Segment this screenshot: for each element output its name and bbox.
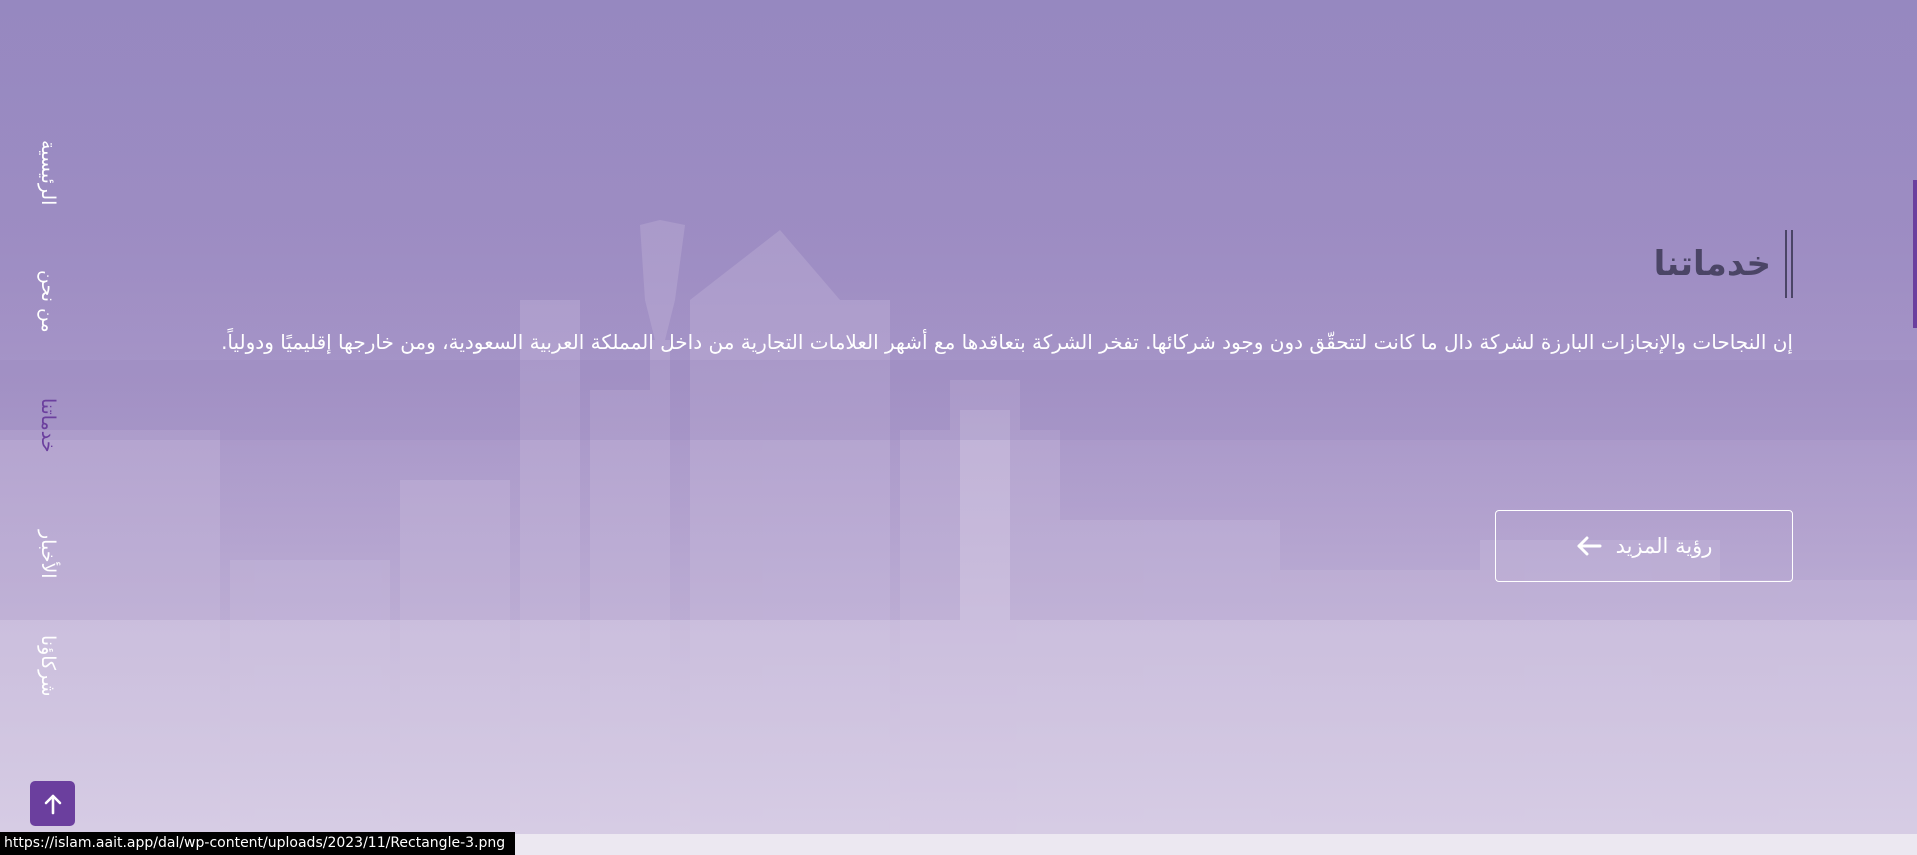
purple-overlay [0, 0, 1917, 834]
section-title-text: خدماتنا [1653, 244, 1771, 284]
hero-section [0, 0, 1917, 834]
arrow-up-icon [44, 794, 61, 814]
arrow-left-icon [1577, 536, 1602, 556]
nav-item-home[interactable]: الرئيسية [28, 140, 68, 205]
scroll-to-top-button[interactable] [30, 781, 75, 826]
section-description: إن النجاحات والإنجازات البارزة لشركة دال… [221, 330, 1793, 354]
section-title: خدماتنا [1654, 230, 1793, 298]
see-more-button[interactable]: رؤية المزيد [1495, 510, 1793, 582]
services-section: خدماتنا إن النجاحات والإنجازات البارزة ل… [113, 230, 1793, 582]
nav-item-about[interactable]: من نحن [28, 270, 68, 333]
title-accent-bar [1785, 230, 1793, 298]
see-more-label: رؤية المزيد [1615, 534, 1713, 558]
nav-item-news[interactable]: الأخبار [28, 530, 68, 579]
browser-status-bar: https://islam.aait.app/dal/wp-content/up… [0, 832, 516, 855]
side-nav: الرئيسية من نحن خدماتنا الأخبار شركاؤنا [28, 130, 68, 730]
nav-item-partners[interactable]: شركاؤنا [28, 635, 68, 697]
nav-item-services[interactable]: خدماتنا [28, 398, 68, 453]
right-accent-bar [1913, 180, 1917, 328]
